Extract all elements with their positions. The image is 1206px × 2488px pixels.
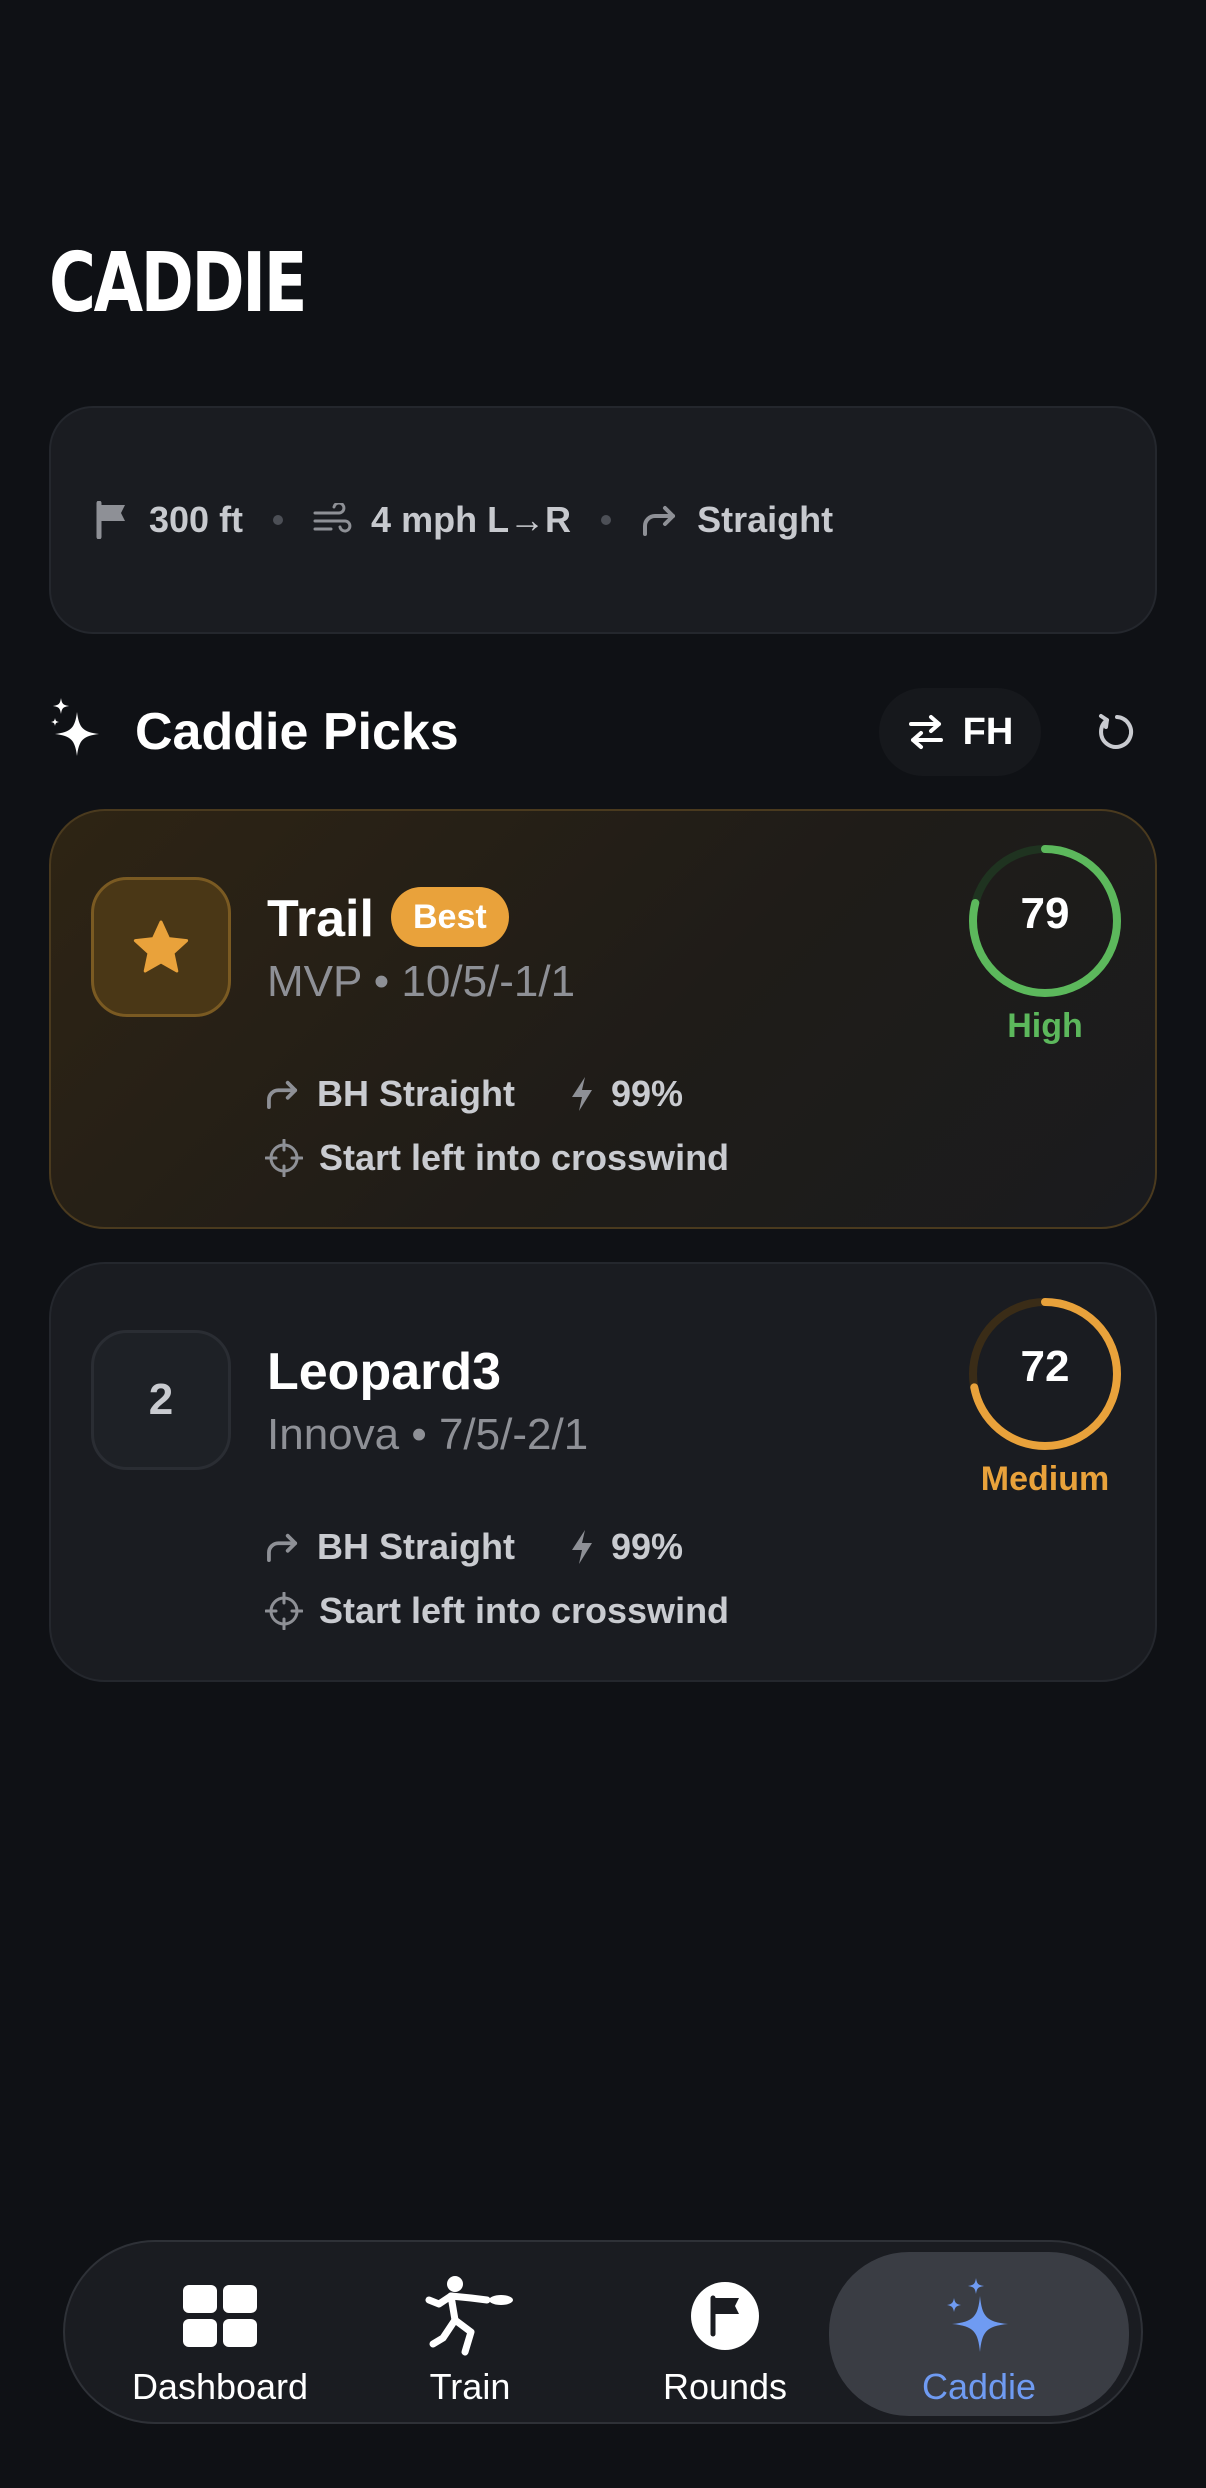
star-icon — [133, 920, 189, 973]
curve-arrow-icon — [267, 1080, 298, 1109]
score-gauge: 79 High — [965, 841, 1125, 1046]
separator-dot — [601, 515, 612, 525]
tip-info: Start left into crosswind — [265, 1137, 729, 1179]
rank-number: 2 — [148, 1375, 174, 1424]
shape-value: Straight — [697, 499, 834, 540]
curve-arrow-icon — [267, 1533, 298, 1562]
page-title: CADDIE — [49, 236, 307, 331]
throw-info: BH Straight 99% — [265, 1073, 683, 1115]
caddie-picks-header: Caddie Picks FH — [49, 688, 1157, 776]
distance-value: 300 ft — [149, 499, 244, 540]
pick-card-leopard3[interactable]: 2 Leopard3 Innova • 7/5/-2/1 BH Straight… — [49, 1262, 1157, 1682]
distance-item: 300 ft — [95, 499, 243, 541]
best-rank-box — [91, 877, 231, 1017]
sparkles-icon — [51, 698, 99, 756]
throw-type: BH Straight — [317, 1526, 515, 1567]
disc-name: Trail — [267, 890, 374, 948]
score-value: 72 — [1020, 1342, 1070, 1391]
score-label: High — [1007, 1007, 1083, 1045]
rank-box: 2 — [91, 1330, 231, 1470]
conditions-card[interactable]: 300 ft 4 mph L→R Straight — [49, 406, 1157, 634]
score-value: 79 — [1020, 889, 1070, 938]
pick-card-trail[interactable]: Trail Best MVP • 10/5/-1/1 BH Straight 9… — [49, 809, 1157, 1229]
wind-value: 4 mph L→R — [371, 499, 572, 540]
swap-arrows-icon — [908, 715, 943, 749]
tab-rounds[interactable]: Rounds — [625, 2242, 825, 2426]
throw-info: BH Straight 99% — [265, 1526, 683, 1568]
dashboard-icon — [183, 2285, 257, 2347]
tab-label: Rounds — [662, 2366, 788, 2407]
rounds-icon — [691, 2282, 759, 2350]
best-badge: Best — [391, 887, 509, 947]
tip-text: Start left into crosswind — [319, 1590, 730, 1631]
curve-arrow-icon — [643, 506, 676, 536]
separator-dot — [273, 515, 284, 525]
crosshair-icon — [265, 1139, 303, 1177]
throw-type: BH Straight — [317, 1073, 515, 1114]
shape-item: Straight — [641, 499, 833, 541]
throw-style-toggle[interactable]: FH — [879, 688, 1041, 776]
disc-name: Leopard3 — [267, 1343, 502, 1401]
tab-dashboard[interactable]: Dashboard — [95, 2242, 345, 2426]
tab-train[interactable]: Train — [370, 2242, 570, 2426]
tab-caddie[interactable]: Caddie — [829, 2252, 1129, 2416]
tab-label: Train — [429, 2366, 511, 2407]
tab-label: Dashboard — [131, 2366, 309, 2407]
wind-icon — [313, 503, 352, 533]
disc-meta: Innova • 7/5/-2/1 — [267, 1410, 589, 1459]
refresh-button[interactable] — [1089, 704, 1145, 760]
throw-style-label: FH — [962, 710, 1014, 753]
section-title: Caddie Picks — [135, 703, 459, 761]
score-gauge: 72 Medium — [965, 1294, 1125, 1499]
caddie-screen: CADDIE 300 ft 4 mph L→R Straight Caddie … — [0, 0, 1206, 2488]
confidence-value: 99% — [611, 1073, 684, 1114]
tip-info: Start left into crosswind — [265, 1590, 729, 1632]
score-label: Medium — [980, 1460, 1110, 1498]
tab-label: Caddie — [921, 2366, 1037, 2407]
caddie-icon — [947, 2278, 1008, 2352]
wind-item: 4 mph L→R — [313, 499, 571, 541]
tip-text: Start left into crosswind — [319, 1137, 730, 1178]
confidence-value: 99% — [611, 1526, 684, 1567]
train-icon — [425, 2276, 513, 2356]
bolt-icon — [572, 1530, 592, 1564]
bolt-icon — [572, 1077, 592, 1111]
refresh-icon — [1099, 714, 1134, 749]
bottom-tab-bar: Dashboard Train Rounds Caddie — [63, 2240, 1143, 2424]
crosshair-icon — [265, 1592, 303, 1630]
flag-icon — [96, 501, 125, 539]
disc-meta: MVP • 10/5/-1/1 — [267, 957, 576, 1006]
